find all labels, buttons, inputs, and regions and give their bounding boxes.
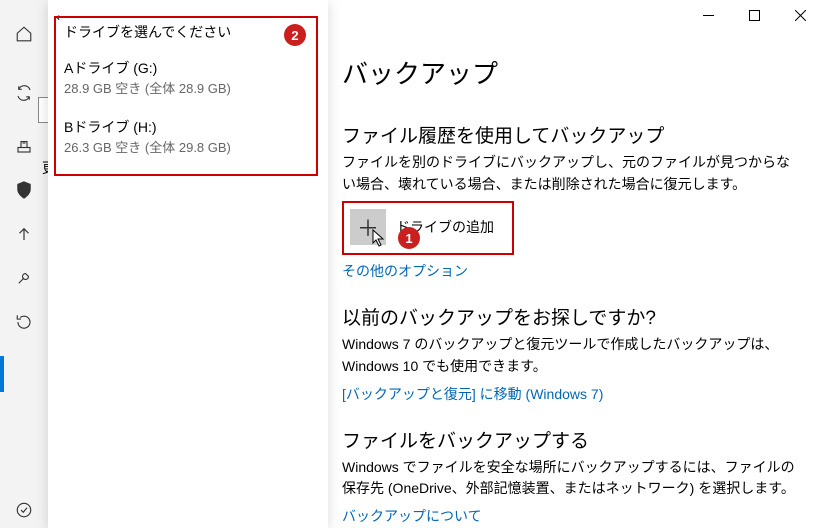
drive-name: Aドライブ (G:): [64, 58, 308, 78]
minimize-button[interactable]: [685, 0, 731, 30]
close-button[interactable]: [777, 0, 823, 30]
drive-option[interactable]: Bドライブ (H:) 26.3 GB 空き (全体 29.8 GB): [64, 111, 308, 156]
section-heading-filehistory: ファイル履歴を使用してバックアップ: [342, 121, 803, 148]
section-desc-filehistory: ファイルを別のドライブにバックアップし、元のファイルが見つからない場合、壊れてい…: [342, 152, 803, 195]
callout-badge-2: 2: [284, 24, 306, 46]
home-icon[interactable]: [0, 12, 48, 56]
nav-selected-indicator: [0, 356, 4, 392]
section-desc-previous: Windows 7 のバックアップと復元ツールで作成したバックアップは、Wind…: [342, 334, 803, 377]
callout-box-1: ＋ ドライブの追加 1: [342, 201, 514, 255]
add-drive-button[interactable]: ＋: [350, 209, 386, 245]
drive-picker-flyout: ← 2 ドライブを選んでください Aドライブ (G:) 28.9 GB 空き (…: [48, 0, 328, 528]
recovery-icon[interactable]: [0, 300, 48, 344]
callout-badge-1: 1: [398, 227, 420, 249]
more-options-link[interactable]: その他のオプション: [342, 261, 468, 281]
backup-restore-win7-link[interactable]: [バックアップと復元] に移動 (Windows 7): [342, 384, 603, 404]
callout-box-2: 2 ドライブを選んでください Aドライブ (G:) 28.9 GB 空き (全体…: [54, 16, 318, 176]
drive-freespace: 28.9 GB 空き (全体 28.9 GB): [64, 78, 308, 97]
backup-icon[interactable]: [0, 212, 48, 256]
window-controls: [685, 0, 823, 30]
page-title: バックアップ: [342, 54, 803, 91]
shield-icon[interactable]: [0, 168, 48, 212]
maximize-button[interactable]: [731, 0, 777, 30]
about-backup-link[interactable]: バックアップについて: [342, 506, 482, 526]
section-heading-where: ファイルをバックアップする: [342, 426, 803, 453]
drive-freespace: 26.3 GB 空き (全体 29.8 GB): [64, 137, 308, 156]
section-heading-previous: 以前のバックアップをお探しですか?: [342, 303, 803, 330]
delivery-icon[interactable]: [0, 124, 48, 168]
sidebar: ← 設 更新 ライセンス認証 ← 2 ドライブを選んでください Aドライブ (G…: [48, 0, 328, 528]
nav-rail: [0, 0, 48, 528]
drive-option[interactable]: Aドライブ (G:) 28.9 GB 空き (全体 28.9 GB): [64, 52, 308, 97]
drive-name: Bドライブ (H:): [64, 117, 308, 137]
section-desc-where: Windows でファイルを安全な場所にバックアップするには、ファイルの保存先 …: [342, 457, 803, 500]
cursor-icon: [372, 229, 386, 252]
activation-icon[interactable]: [0, 492, 48, 528]
troubleshoot-icon[interactable]: [0, 256, 48, 300]
main-content: バックアップ ファイル履歴を使用してバックアップ ファイルを別のドライブにバック…: [328, 0, 823, 528]
drive-picker-title: ドライブを選んでください: [64, 22, 308, 52]
